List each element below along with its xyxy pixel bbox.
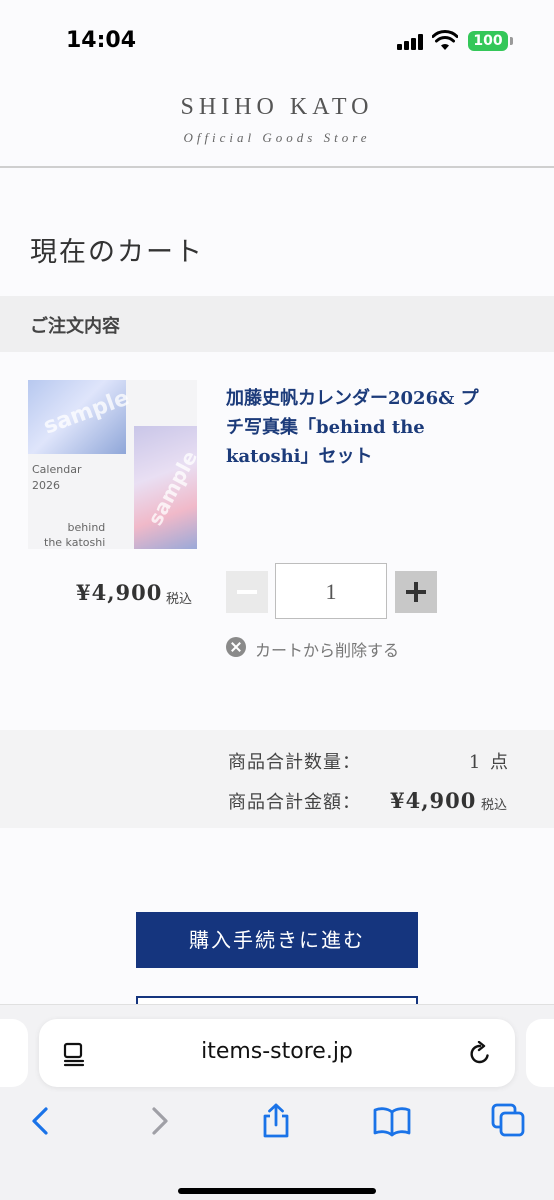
total-tax-note: 税込 [481,798,508,813]
total-amount-label: 商品合計金額： [228,792,361,813]
battery-cap [510,37,513,45]
battery-indicator: 100 [468,31,508,51]
product-name[interactable]: 加藤史帆カレンダー2026& プ チ写真集「behind the katoshi… [226,384,526,471]
reload-icon[interactable] [467,1041,493,1067]
share-icon[interactable] [256,1101,296,1141]
section-label: ご注文内容 [30,316,120,337]
url-text[interactable]: items-store.jp [39,1039,515,1064]
status-bar: 14:04 100 [0,0,554,80]
product-image[interactable]: sample sample Calendar 2026 behind the k… [28,380,197,549]
quantity-decrease-button[interactable] [226,571,268,613]
address-bar[interactable]: items-store.jp [39,1019,515,1087]
total-count-value: 1 点 [468,752,510,773]
forward-icon[interactable] [140,1101,180,1141]
remove-icon [226,637,246,657]
total-count-label: 商品合計数量： [228,752,361,773]
next-tab-peek[interactable] [526,1019,554,1087]
site-header: SHIHO KATO Official Goods Store [0,80,554,168]
image-behind-text: behind the katoshi [44,521,106,549]
brand-logo[interactable]: SHIHO KATO [0,94,554,121]
quantity-input[interactable]: 1 [275,563,387,619]
item-price: ¥4,900 [76,580,163,605]
cellular-signal-icon [397,34,425,50]
bookmarks-icon[interactable] [372,1101,412,1141]
item-tax-note: 税込 [166,592,193,607]
order-details-section: ご注文内容 [0,296,554,352]
page-title: 現在のカート [30,237,204,268]
browser-toolbar: items-store.jp [0,1004,554,1200]
wifi-icon [432,30,458,50]
status-time: 14:04 [66,28,137,53]
image-calendar-text: Calendar 2026 [32,463,82,492]
total-amount-value: ¥4,900 [390,788,477,813]
quantity-increase-button[interactable] [395,571,437,613]
checkout-button[interactable]: 購入手続きに進む [136,912,418,968]
home-indicator [178,1188,376,1194]
remove-label: カートから削除する [255,641,400,660]
cart-totals: 商品合計数量： 1 点 商品合計金額： ¥4,900 税込 [0,730,554,828]
brand-subtitle: Official Goods Store [183,130,371,145]
previous-tab-peek[interactable] [0,1019,28,1087]
back-icon[interactable] [20,1101,60,1141]
tabs-icon[interactable] [489,1101,529,1141]
